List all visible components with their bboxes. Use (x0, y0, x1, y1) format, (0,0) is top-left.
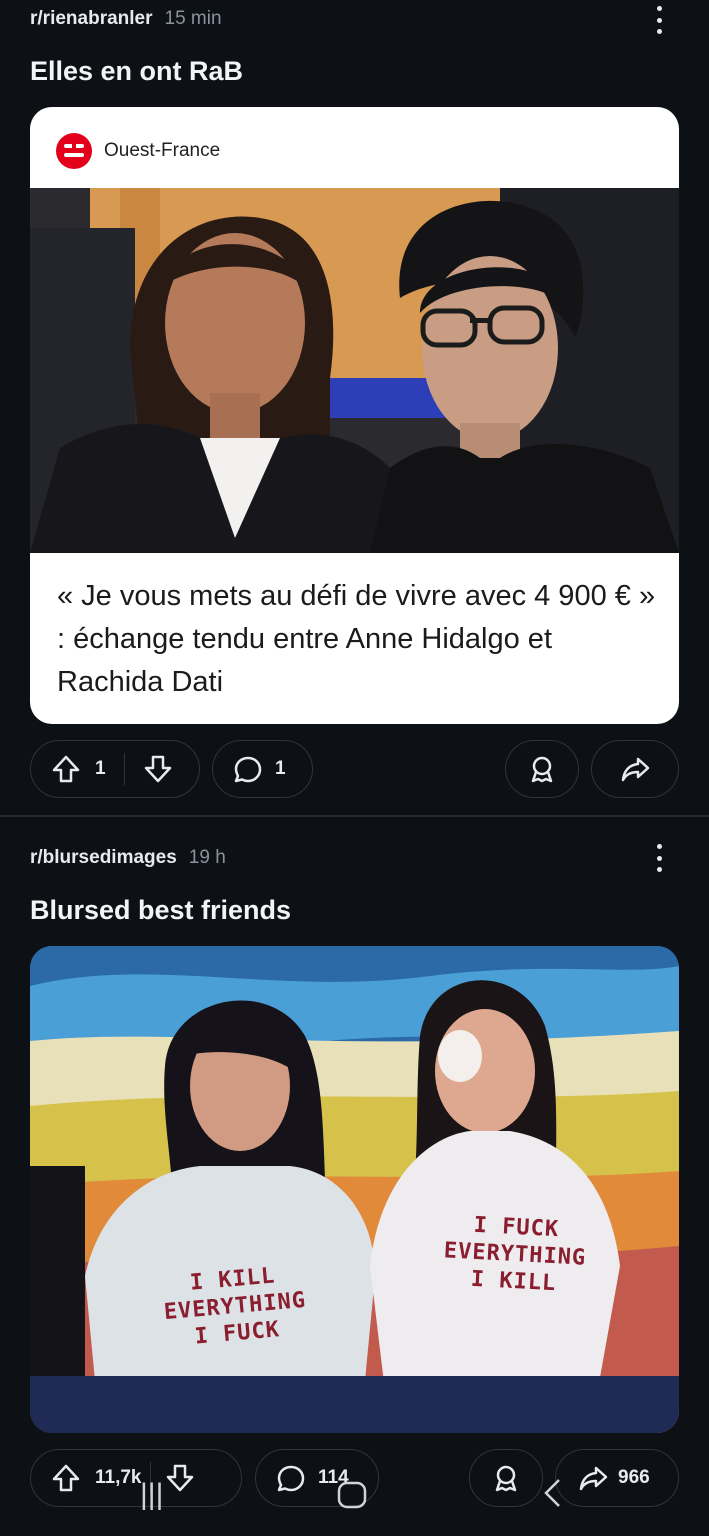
shirt-text-left: I KILL EVERYTHING I FUCK (162, 1263, 308, 1350)
post-image[interactable]: I KILL EVERYTHING I FUCK I FUCK EVERYTHI… (30, 946, 679, 1433)
post-card[interactable]: r/rienabranler 15 min Elles en ont RaB O… (0, 0, 709, 815)
comment-icon (276, 1463, 306, 1493)
award-button[interactable] (505, 740, 579, 798)
award-button[interactable] (469, 1449, 543, 1507)
downvote-icon[interactable] (165, 1463, 195, 1493)
upvote-count: 1 (95, 758, 106, 779)
upvote-icon[interactable] (51, 754, 81, 784)
more-options-icon[interactable] (649, 840, 669, 876)
link-source-name: Ouest-France (104, 140, 221, 161)
post-meta: r/rienabranler 15 min (30, 8, 222, 30)
post-meta: r/blursedimages 19 h (30, 847, 226, 869)
upvote-icon[interactable] (51, 1463, 81, 1493)
more-options-icon[interactable] (649, 2, 669, 38)
post-divider (0, 815, 709, 817)
ouest-france-logo-icon (56, 133, 92, 169)
link-thumbnail (30, 188, 679, 553)
comments-button[interactable]: 1 (212, 740, 313, 798)
link-preview-card[interactable]: Ouest-France « Je vous mets au défi de v… (30, 107, 679, 724)
post-card[interactable]: r/blursedimages 19 h Blursed best friend… (0, 818, 709, 1536)
home-nav-icon[interactable] (336, 1478, 368, 1518)
back-nav-icon[interactable] (540, 1476, 564, 1518)
recent-apps-nav-icon[interactable]: ||| (140, 1478, 163, 1512)
downvote-icon[interactable] (143, 754, 173, 784)
post-action-bar: 1 1 (0, 740, 709, 800)
post-time: 19 h (188, 847, 226, 868)
upvote-count: 11,7k (95, 1467, 142, 1488)
share-count: 966 (618, 1467, 650, 1488)
shirt-text-right: I FUCK EVERYTHING I KILL (443, 1212, 587, 1297)
award-icon (527, 754, 557, 784)
link-source: Ouest-France (56, 133, 220, 169)
share-icon (620, 754, 650, 784)
link-headline[interactable]: « Je vous mets au défi de vivre avec 4 9… (57, 575, 657, 704)
comment-count: 1 (275, 758, 286, 779)
post-title[interactable]: Elles en ont RaB (30, 56, 243, 87)
post-time: 15 min (164, 8, 222, 29)
share-button[interactable] (591, 740, 679, 798)
award-icon (491, 1463, 521, 1493)
vote-control: 1 (30, 740, 200, 798)
vote-control: 11,7k (30, 1449, 242, 1507)
post-title[interactable]: Blursed best friends (30, 895, 291, 926)
subreddit-name[interactable]: r/rienabranler (30, 8, 153, 30)
share-button[interactable]: 966 (555, 1449, 679, 1507)
share-icon (578, 1463, 608, 1493)
subreddit-name[interactable]: r/blursedimages (30, 847, 177, 869)
comment-icon (233, 754, 263, 784)
